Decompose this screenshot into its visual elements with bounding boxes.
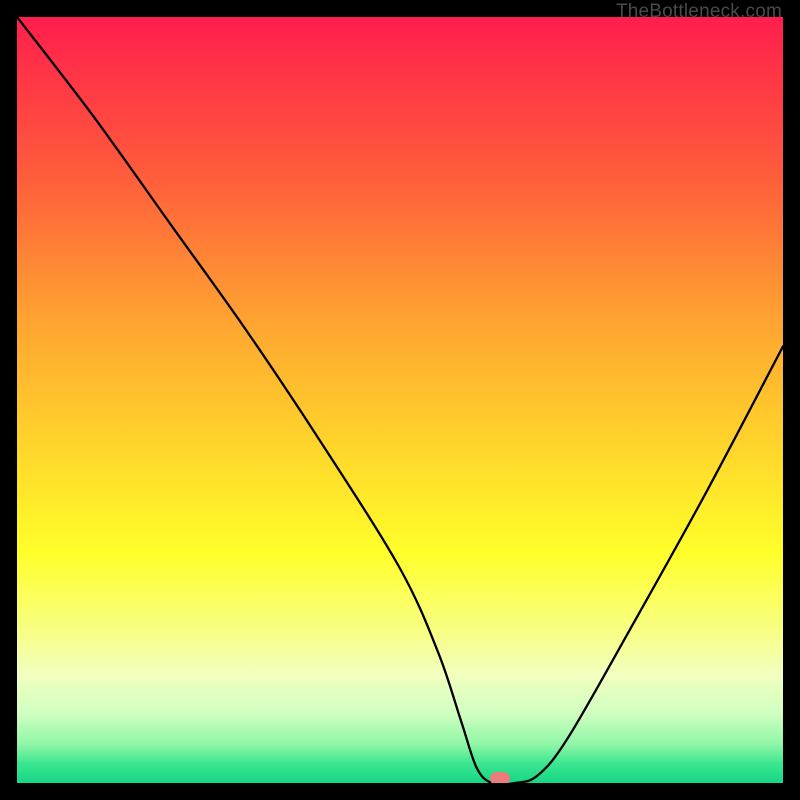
watermark-text: TheBottleneck.com: [616, 1, 782, 23]
plot-area: [17, 17, 783, 783]
bottleneck-curve: [17, 17, 783, 783]
optimal-marker: [490, 772, 510, 783]
chart-container: TheBottleneck.com: [0, 0, 800, 800]
